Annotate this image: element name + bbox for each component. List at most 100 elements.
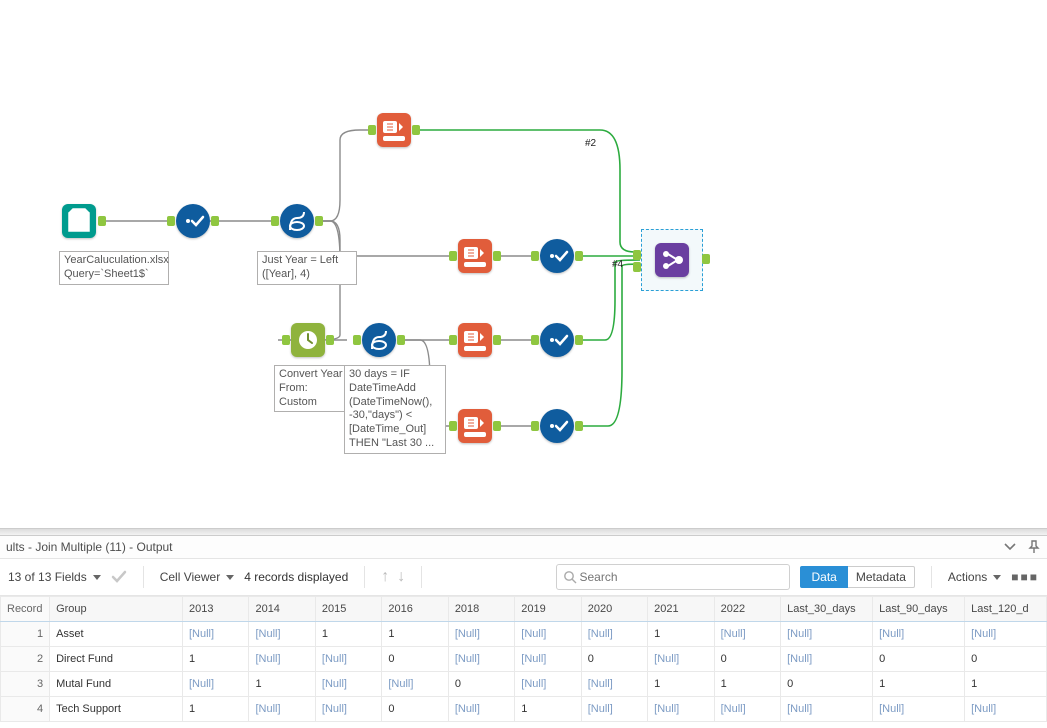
formula-tool-2[interactable] xyxy=(362,323,396,357)
table-cell[interactable]: 1 xyxy=(648,672,714,697)
table-cell[interactable]: [Null] xyxy=(965,697,1047,722)
table-cell[interactable]: [Null] xyxy=(515,647,581,672)
column-header[interactable]: 2018 xyxy=(448,597,514,622)
anchor-out[interactable] xyxy=(493,251,501,261)
table-cell[interactable]: 1 xyxy=(515,697,581,722)
table-cell[interactable]: [Null] xyxy=(581,622,647,647)
table-cell[interactable]: [Null] xyxy=(448,647,514,672)
table-cell[interactable]: [Null] xyxy=(515,622,581,647)
column-header[interactable]: 2014 xyxy=(249,597,315,622)
anchor-in[interactable] xyxy=(633,250,641,260)
table-cell[interactable]: 0 xyxy=(781,672,873,697)
summarize-tool-3[interactable] xyxy=(458,323,492,357)
anchor-in[interactable] xyxy=(531,421,539,431)
table-cell[interactable]: [Null] xyxy=(315,672,381,697)
table-cell[interactable]: [Null] xyxy=(581,697,647,722)
table-cell[interactable]: 0 xyxy=(448,672,514,697)
table-cell[interactable]: 1 xyxy=(965,672,1047,697)
select-tool-1[interactable] xyxy=(176,204,210,238)
anchor-out[interactable] xyxy=(315,216,323,226)
table-cell[interactable]: 1 xyxy=(382,622,448,647)
table-cell[interactable]: [Null] xyxy=(781,697,873,722)
table-cell[interactable]: Asset xyxy=(50,622,183,647)
table-cell[interactable]: 1 xyxy=(315,622,381,647)
column-header[interactable]: 2013 xyxy=(183,597,249,622)
anchor-out[interactable] xyxy=(575,251,583,261)
table-cell[interactable]: [Null] xyxy=(249,647,315,672)
table-cell[interactable]: Tech Support xyxy=(50,697,183,722)
table-cell[interactable]: 0 xyxy=(581,647,647,672)
table-cell[interactable]: 1 xyxy=(648,622,714,647)
summarize-tool-4[interactable] xyxy=(458,409,492,443)
anchor-in[interactable] xyxy=(633,262,641,272)
search-box[interactable] xyxy=(556,564,790,590)
table-cell[interactable]: [Null] xyxy=(581,672,647,697)
pin-icon[interactable] xyxy=(1027,540,1041,554)
more-icon[interactable]: ■■■ xyxy=(1011,570,1039,584)
formula-tool-1[interactable] xyxy=(280,204,314,238)
anchor-out[interactable] xyxy=(211,216,219,226)
table-cell[interactable]: [Null] xyxy=(965,622,1047,647)
table-cell[interactable]: Direct Fund xyxy=(50,647,183,672)
summarize-tool-top[interactable] xyxy=(377,113,411,147)
table-cell[interactable]: [Null] xyxy=(781,622,873,647)
table-cell[interactable]: 1 xyxy=(873,672,965,697)
column-header[interactable]: 2022 xyxy=(714,597,780,622)
cell-viewer-dropdown[interactable]: Cell Viewer xyxy=(160,570,234,584)
column-header[interactable]: 2020 xyxy=(581,597,647,622)
column-header[interactable]: 2021 xyxy=(648,597,714,622)
table-cell[interactable]: 0 xyxy=(714,647,780,672)
table-cell[interactable]: [Null] xyxy=(382,672,448,697)
table-cell[interactable]: [Null] xyxy=(648,647,714,672)
table-cell[interactable]: 2 xyxy=(1,647,50,672)
table-row[interactable]: 2Direct Fund1[Null][Null]0[Null][Null]0[… xyxy=(1,647,1047,672)
table-cell[interactable]: [Null] xyxy=(315,647,381,672)
table-cell[interactable]: [Null] xyxy=(873,697,965,722)
arrow-up-icon[interactable]: ↑ xyxy=(381,568,389,586)
anchor-in[interactable] xyxy=(449,251,457,261)
table-cell[interactable]: [Null] xyxy=(183,622,249,647)
anchor-out[interactable] xyxy=(493,421,501,431)
anchor-in[interactable] xyxy=(531,251,539,261)
table-cell[interactable]: 1 xyxy=(183,647,249,672)
table-cell[interactable]: 1 xyxy=(1,622,50,647)
anchor-out[interactable] xyxy=(702,254,710,264)
table-cell[interactable]: 4 xyxy=(1,697,50,722)
anchor-out[interactable] xyxy=(326,335,334,345)
column-header[interactable]: Record xyxy=(1,597,50,622)
table-cell[interactable]: [Null] xyxy=(714,697,780,722)
column-header[interactable]: Last_120_d xyxy=(965,597,1047,622)
table-cell[interactable]: [Null] xyxy=(714,622,780,647)
table-cell[interactable]: [Null] xyxy=(183,672,249,697)
table-cell[interactable]: 1 xyxy=(183,697,249,722)
anchor-out[interactable] xyxy=(493,335,501,345)
table-cell[interactable]: [Null] xyxy=(249,622,315,647)
chevron-down-icon[interactable] xyxy=(1003,540,1017,554)
table-cell[interactable]: [Null] xyxy=(515,672,581,697)
anchor-out[interactable] xyxy=(412,125,420,135)
results-grid[interactable]: RecordGroup20132014201520162018201920202… xyxy=(0,596,1047,722)
search-input[interactable] xyxy=(577,569,783,585)
table-cell[interactable]: [Null] xyxy=(448,697,514,722)
table-cell[interactable]: 1 xyxy=(249,672,315,697)
anchor-out[interactable] xyxy=(98,216,106,226)
anchor-in[interactable] xyxy=(271,216,279,226)
anchor-in[interactable] xyxy=(167,216,175,226)
anchor-in[interactable] xyxy=(368,125,376,135)
table-cell[interactable]: 0 xyxy=(382,697,448,722)
fields-dropdown[interactable]: 13 of 13 Fields xyxy=(8,570,101,584)
anchor-out[interactable] xyxy=(397,335,405,345)
anchor-in[interactable] xyxy=(449,335,457,345)
select-tool-4[interactable] xyxy=(540,409,574,443)
table-cell[interactable]: [Null] xyxy=(315,697,381,722)
workflow-canvas[interactable]: YearCaluculation.xlsx Query=`Sheet1$` Ju… xyxy=(0,0,1047,528)
column-header[interactable]: 2019 xyxy=(515,597,581,622)
data-tab-button[interactable]: Data xyxy=(800,566,847,588)
table-cell[interactable]: [Null] xyxy=(249,697,315,722)
panel-divider[interactable] xyxy=(0,528,1047,536)
anchor-in[interactable] xyxy=(282,335,290,345)
actions-dropdown[interactable]: Actions xyxy=(948,570,1001,584)
column-header[interactable]: 2015 xyxy=(315,597,381,622)
select-tool-3[interactable] xyxy=(540,323,574,357)
anchor-in[interactable] xyxy=(449,421,457,431)
